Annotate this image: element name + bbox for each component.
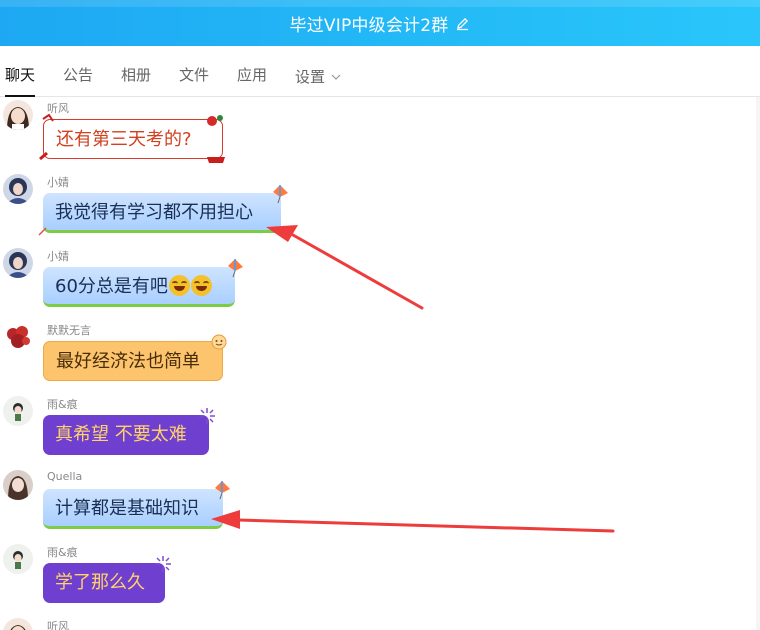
sender-name: 雨&痕 <box>47 398 78 411</box>
tab-settings[interactable]: 设置 <box>295 64 341 97</box>
tab-label: 设置 <box>295 68 326 86</box>
message-text: 60分总是有吧 <box>55 276 168 297</box>
avatar[interactable] <box>3 544 33 574</box>
message-bubble[interactable]: 真希望 不要太难 <box>43 415 209 455</box>
avatar[interactable] <box>3 100 33 130</box>
kite-string-icon <box>38 227 47 236</box>
tab-bar: 聊天 公告 相册 文件 应用 设置 <box>0 46 760 97</box>
sender-name: 雨&痕 <box>47 546 78 559</box>
message-text: 最好经济法也简单 <box>56 351 200 372</box>
grinning-tears-emoji <box>168 275 190 296</box>
avatar[interactable] <box>3 248 33 278</box>
message-text: 我觉得有学习都不用担心 <box>55 202 253 223</box>
tab-label: 应用 <box>237 66 268 84</box>
kite-icon <box>215 481 230 500</box>
message-text: 计算都是基础知识 <box>55 498 199 519</box>
avatar[interactable] <box>3 322 33 352</box>
message-list[interactable]: 听风 还有第三天考的? 小婧 我觉得有学习都不用担心 小婧 60分总是有吧 默默… <box>0 97 760 630</box>
sender-name: Quella <box>47 470 83 483</box>
tab-announcements[interactable]: 公告 <box>63 64 93 97</box>
grinning-tears-emoji <box>190 275 212 296</box>
tab-label: 聊天 <box>5 66 36 84</box>
tab-chat[interactable]: 聊天 <box>5 64 36 97</box>
sender-name: 听风 <box>47 620 69 630</box>
firework-icon <box>155 556 171 572</box>
tab-apps[interactable]: 应用 <box>237 64 267 97</box>
kite-icon <box>273 185 288 204</box>
tab-album[interactable]: 相册 <box>121 64 151 97</box>
cute-face-icon <box>211 334 227 350</box>
tab-label: 文件 <box>179 66 210 84</box>
message-bubble[interactable]: 我觉得有学习都不用担心 <box>43 193 281 233</box>
firework-icon <box>199 408 215 424</box>
avatar[interactable] <box>3 174 33 204</box>
sender-name: 默默无言 <box>47 324 91 337</box>
avatar[interactable] <box>3 396 33 426</box>
avatar[interactable] <box>3 618 33 630</box>
tab-files[interactable]: 文件 <box>179 64 209 97</box>
chat-titlebar: 毕过VIP中级会计2群 <box>0 0 760 46</box>
festive-bubble-decoration <box>39 113 225 163</box>
group-title: 毕过VIP中级会计2群 <box>289 15 449 36</box>
message-bubble[interactable]: 学了那么久 <box>43 563 165 603</box>
message-text: 真希望 不要太难 <box>55 424 187 445</box>
scrollbar[interactable] <box>756 97 760 630</box>
sender-name: 小婧 <box>47 250 69 263</box>
message-bubble[interactable]: 最好经济法也简单 <box>43 341 223 381</box>
tab-label: 相册 <box>121 66 152 84</box>
message-bubble[interactable]: 计算都是基础知识 <box>43 489 223 529</box>
sender-name: 小婧 <box>47 176 69 189</box>
avatar[interactable] <box>3 470 33 500</box>
message-bubble[interactable]: 60分总是有吧 <box>43 267 235 307</box>
kite-icon <box>228 259 243 278</box>
chevron-down-icon <box>331 64 341 86</box>
edit-icon[interactable] <box>455 16 470 31</box>
message-text: 学了那么久 <box>55 572 145 593</box>
tab-label: 公告 <box>63 66 94 84</box>
